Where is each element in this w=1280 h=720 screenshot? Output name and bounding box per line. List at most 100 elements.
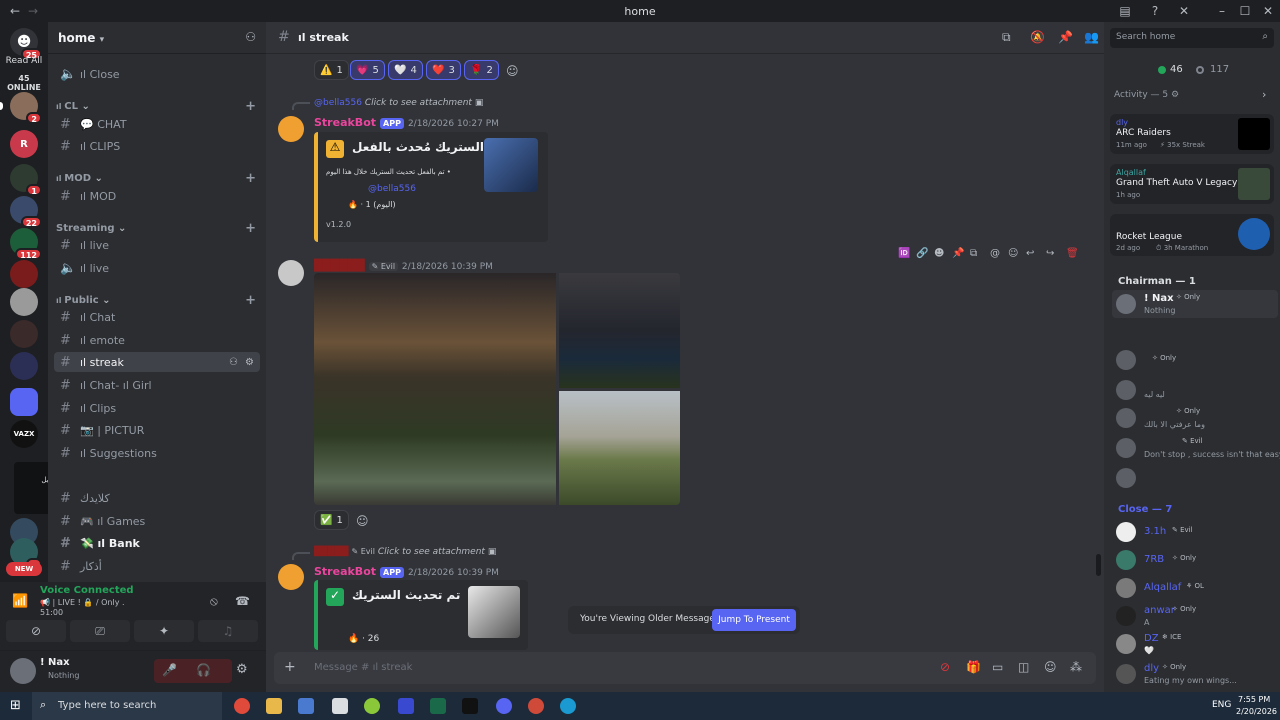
- reply-preview[interactable]: @bella556 Click to see attachment ▣: [314, 98, 483, 108]
- channel-clips-public[interactable]: # ıl Clips: [54, 398, 260, 418]
- voice-channel[interactable]: 📢 | LIVE ! 🔒 / Only .: [40, 598, 125, 607]
- apps-icon[interactable]: ⁂: [1070, 660, 1082, 674]
- inbox-icon[interactable]: ▤: [1118, 4, 1132, 18]
- sticker-icon[interactable]: ◫: [1018, 660, 1029, 674]
- app-icon[interactable]: [398, 698, 414, 714]
- member-item[interactable]: [1112, 464, 1278, 492]
- channel-streak[interactable]: # ıl streak ⚇ ⚙: [54, 352, 260, 372]
- mention-icon[interactable]: @: [990, 248, 1000, 259]
- member-item[interactable]: ! Nax ✧ Only Nothing: [1112, 290, 1278, 318]
- camera-off-button[interactable]: ⊘: [6, 620, 66, 642]
- member-item[interactable]: anwar ✧ Only A: [1112, 602, 1278, 630]
- add-channel-icon[interactable]: +: [245, 99, 256, 114]
- clock-time[interactable]: 7:55 PM: [1238, 695, 1270, 704]
- channel-suggestions[interactable]: # ıl Suggestions: [54, 443, 260, 463]
- pin-icon[interactable]: 📌: [1058, 30, 1073, 44]
- channel-adhkar[interactable]: # أذكار: [54, 556, 260, 576]
- server-icon[interactable]: [10, 352, 38, 380]
- reaction[interactable]: ❤️ 3: [426, 60, 461, 80]
- store-icon[interactable]: [298, 698, 314, 714]
- server-icon[interactable]: 2: [10, 92, 42, 124]
- mute-icon[interactable]: ⊘: [940, 660, 950, 674]
- edge-icon[interactable]: [560, 698, 576, 714]
- channel-clips[interactable]: # ıl CLIPS: [54, 136, 260, 156]
- activity-card[interactable]: Alqallaf Grand Theft Auto V Legacy 1h ag…: [1110, 164, 1274, 204]
- member-item[interactable]: DZ ❄ ICE 🤍: [1112, 630, 1278, 658]
- activity-header[interactable]: Activity — 5 ⚙: [1114, 90, 1179, 100]
- help-icon[interactable]: ?: [1148, 4, 1162, 18]
- server-icon[interactable]: 22: [10, 196, 42, 228]
- add-reaction-icon[interactable]: ☺: [1008, 248, 1018, 259]
- reaction[interactable]: ⚠️ 1: [314, 60, 349, 80]
- channel-bank[interactable]: # 💸 ıl Bank: [54, 533, 260, 553]
- embed-thumbnail[interactable]: [468, 586, 520, 638]
- read-all-button[interactable]: Read All: [4, 56, 44, 66]
- maximize-icon[interactable]: ☐: [1238, 4, 1252, 18]
- channel-emote[interactable]: # ıl emote: [54, 330, 260, 350]
- reaction[interactable]: ✅ 1: [314, 510, 349, 530]
- add-channel-icon[interactable]: +: [245, 171, 256, 186]
- channel-mod[interactable]: # ıl MOD: [54, 186, 260, 206]
- reply-icon[interactable]: ↩: [1026, 248, 1034, 259]
- member-list-icon[interactable]: 👥: [1084, 30, 1099, 44]
- reply-preview[interactable]: █████ ✎ Evil Click to see attachment ▣: [314, 547, 496, 557]
- server-icon[interactable]: 1: [10, 164, 42, 196]
- app-icon[interactable]: [528, 698, 544, 714]
- app-icon[interactable]: [364, 698, 380, 714]
- channel-pictur[interactable]: # 📷 | PICTUR: [54, 420, 260, 440]
- clock-date[interactable]: 2/20/2026: [1236, 707, 1277, 716]
- member-item[interactable]: 7RB ✧ Only: [1112, 546, 1278, 574]
- folder-icon[interactable]: [10, 388, 38, 416]
- server-icon[interactable]: [10, 320, 38, 348]
- author-name[interactable]: ██████: [314, 259, 365, 272]
- server-icon[interactable]: [10, 288, 38, 316]
- member-item[interactable]: 3.1h ✎ Evil: [1112, 518, 1278, 546]
- pin-icon[interactable]: 📌: [952, 248, 964, 259]
- direct-messages-icon[interactable]: ☻ 25: [10, 28, 42, 60]
- channel-close[interactable]: 🔈 ıl Close: [54, 64, 260, 84]
- gif-icon[interactable]: ▭: [992, 660, 1003, 674]
- mail-icon[interactable]: [332, 698, 348, 714]
- add-channel-icon[interactable]: +: [245, 293, 256, 308]
- activities-button[interactable]: ✦: [134, 620, 194, 642]
- headphones-deafened-icon[interactable]: 🎧: [196, 663, 211, 677]
- gift-icon[interactable]: 🎁: [966, 660, 981, 674]
- minimize-icon[interactable]: –: [1215, 4, 1229, 18]
- windows-start-icon[interactable]: ⊞: [10, 698, 21, 713]
- avatar[interactable]: [278, 564, 304, 590]
- screen-share-button[interactable]: ⎚: [70, 620, 130, 642]
- close-icon[interactable]: ✕: [1261, 4, 1275, 18]
- server-icon[interactable]: [10, 260, 38, 288]
- mic-muted-icon[interactable]: 🎤: [162, 663, 177, 677]
- guild-header[interactable]: home ▾ ⚇: [48, 22, 266, 54]
- image-attachment[interactable]: [314, 273, 556, 505]
- file-explorer-icon[interactable]: [266, 698, 282, 714]
- forward-icon[interactable]: ↪: [1046, 248, 1054, 259]
- member-item[interactable]: Alqallaf ⚘ OL: [1112, 574, 1278, 602]
- category-cl[interactable]: ıl CL ⌄ +: [56, 98, 262, 114]
- message-input[interactable]: + Message # ıl streak ⊘ 🎁 ▭ ◫ ☺ ⁂: [274, 652, 1096, 684]
- image-attachment[interactable]: [559, 391, 680, 505]
- search-input[interactable]: Search home ⌕: [1110, 28, 1274, 48]
- scrollbar-thumb[interactable]: [1096, 554, 1101, 576]
- channel-live-voice[interactable]: 🔈 ıl live: [54, 258, 260, 278]
- chrome-icon[interactable]: [234, 698, 250, 714]
- add-channel-icon[interactable]: +: [245, 221, 256, 236]
- discord-icon[interactable]: [496, 698, 512, 714]
- emoji-icon[interactable]: ☻: [934, 248, 944, 259]
- channel-chat[interactable]: # 💬 CHAT: [54, 114, 260, 134]
- add-reaction-icon[interactable]: ☺: [506, 64, 519, 78]
- thread-icon[interactable]: ⧉: [970, 248, 977, 259]
- channel-chat-girl[interactable]: # ıl Chat- ıl Girl: [54, 375, 260, 395]
- trash-icon[interactable]: 🗑: [1066, 248, 1079, 259]
- mention[interactable]: @bella556: [368, 184, 416, 194]
- invite-icon[interactable]: ⚇: [229, 357, 238, 368]
- gear-icon[interactable]: ⚙: [236, 662, 248, 677]
- channel-chat-public[interactable]: # ıl Chat: [54, 307, 260, 327]
- noise-suppression-icon[interactable]: ⦸: [210, 594, 218, 609]
- member-item[interactable]: dly ✧ Only Eating my own wings...: [1112, 660, 1278, 688]
- channel-games[interactable]: # 🎮 ıl Games: [54, 511, 260, 531]
- embed-thumbnail[interactable]: [484, 138, 538, 192]
- language-indicator[interactable]: ENG: [1212, 700, 1231, 710]
- member-item[interactable]: ✧ Only وما عرفتي الا بالك: [1112, 404, 1278, 432]
